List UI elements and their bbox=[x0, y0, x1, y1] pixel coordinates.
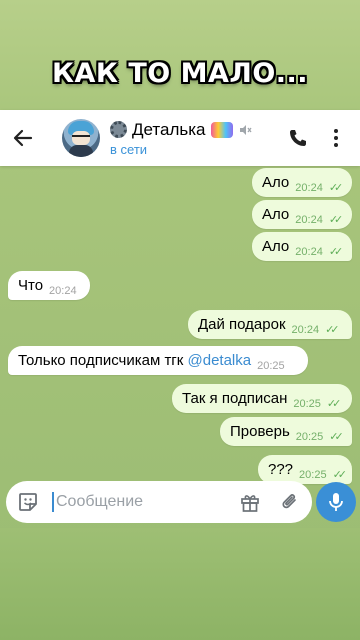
message-bubble[interactable]: ??? 20:25 ✓✓ bbox=[258, 455, 352, 484]
paperclip-icon bbox=[282, 494, 296, 509]
message-time: 20:25 bbox=[299, 469, 327, 481]
message-text: ??? bbox=[268, 461, 294, 478]
message-time: 20:25 bbox=[257, 360, 285, 372]
sticker-emoji-icon bbox=[210, 121, 233, 138]
read-checks-icon: ✓✓ bbox=[328, 182, 344, 194]
message-bubble[interactable]: Так я подписан 20:25 ✓✓ bbox=[172, 384, 352, 413]
gift-icon bbox=[241, 495, 259, 512]
message-bubble[interactable]: Ало 20:24 ✓✓ bbox=[252, 232, 352, 261]
message-bubble[interactable]: Проверь 20:25 ✓✓ bbox=[220, 417, 352, 446]
sticker-button[interactable] bbox=[16, 490, 40, 514]
message-text: Только подписчикам тгк @detalka bbox=[18, 352, 252, 369]
message-bubble[interactable]: Ало 20:24 ✓✓ bbox=[252, 200, 352, 229]
sticker-icon bbox=[19, 493, 37, 511]
arrow-left-icon bbox=[13, 129, 33, 147]
phone-icon bbox=[290, 130, 306, 146]
menu-button[interactable] bbox=[324, 126, 348, 150]
chat-header: Деталька в сети bbox=[0, 110, 360, 166]
message-text: Ало bbox=[262, 174, 290, 191]
message-bubble[interactable]: Ало 20:24 ✓✓ bbox=[252, 168, 352, 197]
message-time: 20:24 bbox=[49, 285, 77, 297]
read-checks-icon: ✓✓ bbox=[329, 431, 344, 443]
background-area bbox=[0, 528, 360, 640]
more-vertical-icon bbox=[334, 129, 338, 147]
message-bubble[interactable]: Только подписчикам тгк @detalka 20:25 bbox=[8, 346, 308, 375]
message-time: 20:25 bbox=[293, 398, 321, 410]
back-button[interactable] bbox=[0, 110, 46, 166]
read-checks-icon: ✓✓ bbox=[325, 324, 340, 336]
message-text: Проверь bbox=[230, 423, 290, 440]
voice-record-button[interactable] bbox=[316, 482, 356, 522]
chat-title-block[interactable]: Деталька в сети bbox=[110, 120, 252, 157]
microphone-icon bbox=[329, 493, 343, 511]
message-bubble[interactable]: Что 20:24 bbox=[8, 271, 90, 300]
message-text: Так я подписан bbox=[182, 390, 288, 407]
avatar[interactable] bbox=[62, 119, 100, 157]
gear-emoji-icon bbox=[110, 121, 127, 138]
read-checks-icon: ✓✓ bbox=[328, 214, 344, 226]
chat-status: в сети bbox=[110, 141, 148, 157]
read-checks-icon: ✓✓ bbox=[332, 469, 348, 481]
message-text: Ало bbox=[262, 206, 290, 223]
message-input-bar: Сообщение bbox=[6, 481, 312, 523]
video-caption: КАК ТО МАЛО... bbox=[51, 58, 309, 89]
gift-button[interactable] bbox=[238, 490, 262, 514]
message-time: 20:24 bbox=[295, 214, 323, 226]
read-checks-icon: ✓✓ bbox=[326, 398, 342, 410]
read-checks-icon: ✓✓ bbox=[328, 246, 344, 258]
message-input[interactable]: Сообщение bbox=[52, 492, 238, 512]
attach-button[interactable] bbox=[278, 490, 302, 514]
mute-icon bbox=[239, 124, 252, 135]
message-time: 20:24 bbox=[291, 324, 320, 336]
message-bubble[interactable]: Дай подарок 20:24 ✓✓ bbox=[188, 310, 352, 339]
message-time: 20:25 bbox=[295, 431, 324, 443]
message-text: Ало bbox=[262, 238, 290, 255]
message-text: Дай подарок bbox=[198, 316, 286, 333]
channel-link[interactable]: @detalka bbox=[188, 352, 252, 369]
call-button[interactable] bbox=[286, 126, 310, 150]
message-time: 20:24 bbox=[295, 246, 323, 258]
chat-title: Деталька bbox=[132, 119, 206, 139]
message-text: Что bbox=[18, 277, 44, 294]
message-time: 20:24 bbox=[295, 182, 323, 194]
